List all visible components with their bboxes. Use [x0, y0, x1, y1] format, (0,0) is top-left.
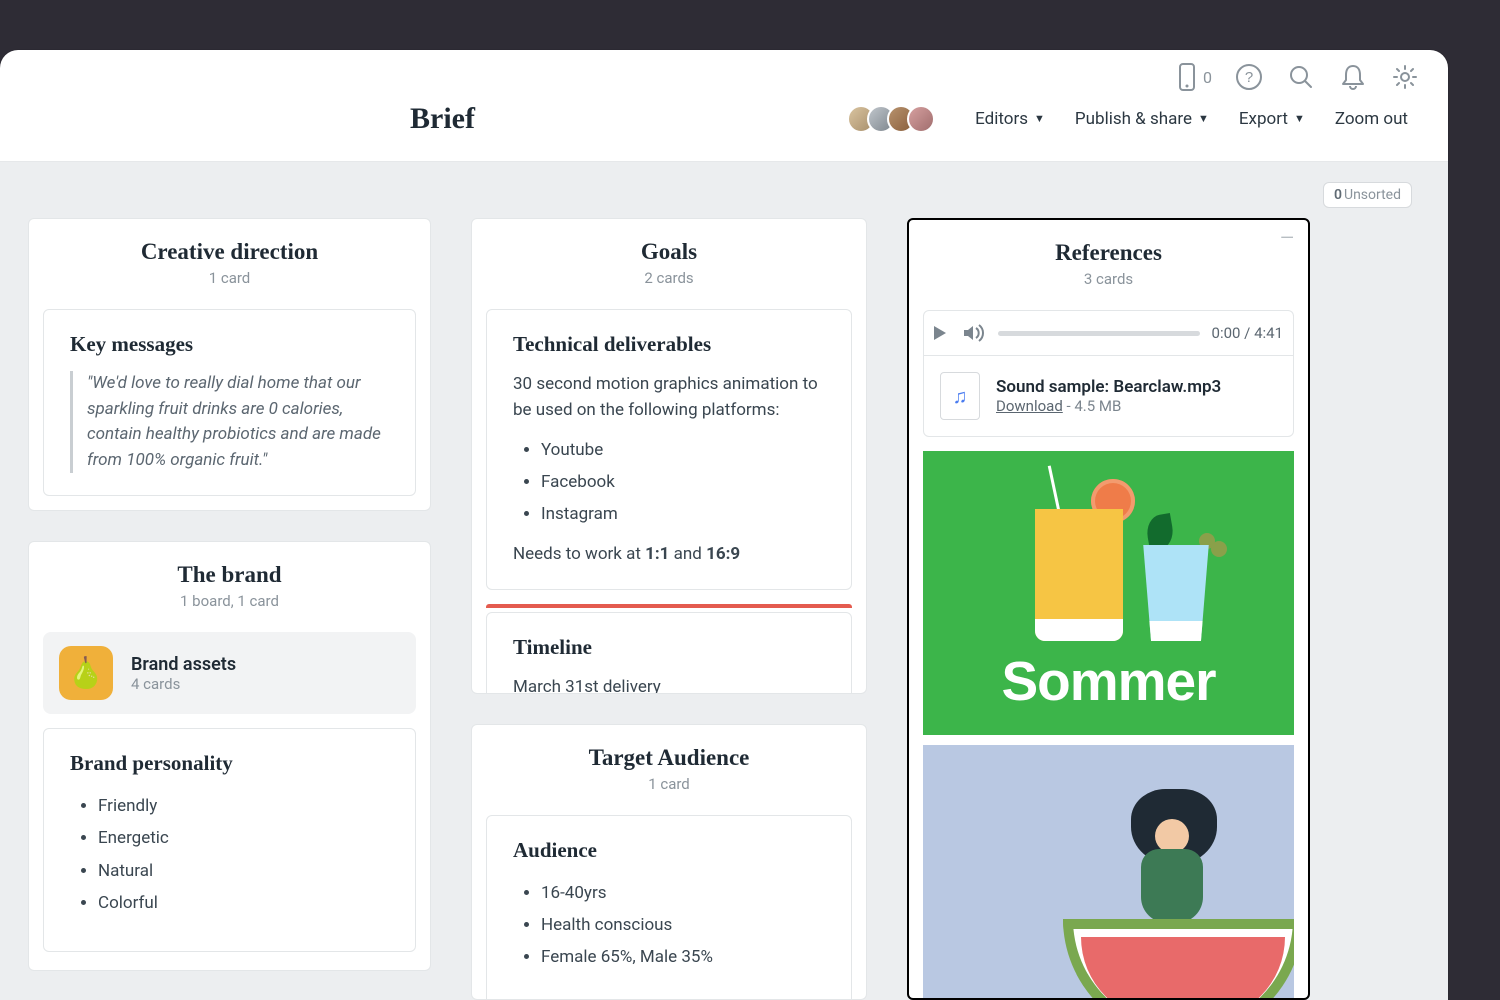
- illustration-glass: [1137, 545, 1215, 641]
- reference-image-sommer[interactable]: Sommer: [923, 451, 1294, 735]
- card-technical-deliverables[interactable]: Technical deliverables 30 second motion …: [486, 309, 852, 590]
- platforms-list: Youtube Facebook Instagram: [513, 434, 825, 531]
- list-item: Energetic: [98, 822, 389, 854]
- list-item: Instagram: [541, 498, 825, 530]
- search-icon: [1287, 63, 1315, 91]
- phone-icon: [1177, 62, 1197, 92]
- list-item: Female 65%, Male 35%: [541, 941, 825, 973]
- topbar: 0 ?: [0, 50, 1448, 104]
- file-name: Sound sample: Bearclaw.mp3: [996, 377, 1221, 397]
- card-title: Brand personality: [70, 751, 389, 776]
- search-button[interactable]: [1286, 62, 1316, 92]
- brand-traits-list: Friendly Energetic Natural Colorful: [70, 790, 389, 919]
- illustration-head: [1155, 819, 1189, 853]
- board-title[interactable]: Target Audience: [492, 745, 846, 771]
- card-timeline[interactable]: Timeline March 31st delivery: [486, 612, 852, 694]
- column-1: Creative direction 1 card Key messages "…: [28, 218, 431, 1000]
- help-button[interactable]: ?: [1234, 62, 1264, 92]
- aspect-ratio-note: Needs to work at 1:1 and 16:9: [513, 541, 825, 567]
- avatar[interactable]: [907, 105, 935, 133]
- list-item: Colorful: [98, 887, 389, 919]
- mobile-preview-button[interactable]: 0: [1177, 62, 1212, 92]
- card-title: Key messages: [70, 332, 389, 357]
- card-title: Technical deliverables: [513, 332, 825, 357]
- nested-board-title: Brand assets: [131, 654, 236, 675]
- minimize-button[interactable]: ―: [1280, 228, 1294, 249]
- gear-icon: [1391, 63, 1419, 91]
- collaborator-avatars[interactable]: [855, 105, 935, 133]
- illustration-olive: [1211, 541, 1227, 557]
- help-icon: ?: [1235, 63, 1263, 91]
- card-title: Audience: [513, 838, 825, 863]
- app-window: 0 ? Brief Editors ▼ Publish & share: [0, 50, 1448, 1000]
- bell-icon: [1340, 63, 1366, 91]
- card-title: Timeline: [513, 635, 825, 660]
- board-goals[interactable]: Goals 2 cards Technical deliverables 30 …: [471, 218, 867, 694]
- volume-icon[interactable]: [962, 323, 986, 343]
- notifications-button[interactable]: [1338, 62, 1368, 92]
- board-title[interactable]: The brand: [49, 562, 410, 588]
- settings-button[interactable]: [1390, 62, 1420, 92]
- export-menu[interactable]: Export ▼: [1239, 109, 1305, 129]
- board-the-brand[interactable]: The brand 1 board, 1 card 🍐 Brand assets…: [28, 541, 431, 971]
- list-item: Friendly: [98, 790, 389, 822]
- chevron-down-icon: ▼: [1294, 112, 1305, 125]
- zoom-out-button[interactable]: Zoom out: [1335, 109, 1408, 129]
- chevron-down-icon: ▼: [1034, 112, 1045, 125]
- unsorted-badge[interactable]: 0Unsorted: [1323, 182, 1412, 208]
- file-attachment[interactable]: ♫ Sound sample: Bearclaw.mp3 Download - …: [923, 355, 1294, 437]
- board-subtitle: 1 card: [492, 775, 846, 793]
- list-item: Facebook: [541, 466, 825, 498]
- reference-image-girl[interactable]: [923, 745, 1294, 999]
- card-audience[interactable]: Audience 16-40yrs Health conscious Femal…: [486, 815, 852, 1000]
- mobile-preview-count: 0: [1203, 68, 1212, 87]
- audio-track[interactable]: [998, 331, 1200, 336]
- illustration-logo-text: Sommer: [923, 649, 1294, 713]
- illustration-watermelon: [1063, 919, 1294, 999]
- card-quote: "We'd love to really dial home that our …: [70, 371, 389, 473]
- file-meta: Download - 4.5 MB: [996, 397, 1221, 415]
- card-key-messages[interactable]: Key messages "We'd love to really dial h…: [43, 309, 416, 496]
- column-3: ― References 3 cards 0:00 / 4:41 ♫ Sound…: [907, 218, 1310, 1000]
- audio-time: 0:00 / 4:41: [1212, 324, 1283, 342]
- board-references[interactable]: ― References 3 cards 0:00 / 4:41 ♫ Sound…: [907, 218, 1310, 1000]
- illustration-body: [1141, 849, 1203, 923]
- list-item: Natural: [98, 855, 389, 887]
- page-title[interactable]: Brief: [410, 102, 475, 136]
- board-title[interactable]: Goals: [492, 239, 846, 265]
- editors-menu[interactable]: Editors ▼: [975, 109, 1045, 129]
- board-title[interactable]: References: [929, 240, 1288, 266]
- nested-board-subtitle: 4 cards: [131, 675, 236, 693]
- card-body: 30 second motion graphics animation to b…: [513, 371, 825, 424]
- illustration-glass: [1035, 509, 1123, 641]
- brand-assets-icon: 🍐: [59, 646, 113, 700]
- play-icon[interactable]: [930, 323, 950, 343]
- board-subtitle: 1 board, 1 card: [49, 592, 410, 610]
- board-subtitle: 3 cards: [929, 270, 1288, 288]
- list-item: Youtube: [541, 434, 825, 466]
- column-2: Goals 2 cards Technical deliverables 30 …: [471, 218, 867, 1000]
- music-file-icon: ♫: [940, 372, 980, 420]
- publish-share-menu[interactable]: Publish & share ▼: [1075, 109, 1209, 129]
- chevron-down-icon: ▼: [1198, 112, 1209, 125]
- board-target-audience[interactable]: Target Audience 1 card Audience 16-40yrs…: [471, 724, 867, 1000]
- card-brand-personality[interactable]: Brand personality Friendly Energetic Nat…: [43, 728, 416, 952]
- download-link[interactable]: Download: [996, 397, 1063, 415]
- board-creative-direction[interactable]: Creative direction 1 card Key messages "…: [28, 218, 431, 511]
- card-body: March 31st delivery: [513, 674, 825, 694]
- header: Brief Editors ▼ Publish & share ▼ Export…: [0, 104, 1448, 162]
- board-subtitle: 2 cards: [492, 269, 846, 287]
- nested-board-brand-assets[interactable]: 🍐 Brand assets 4 cards: [43, 632, 416, 714]
- list-item: 16-40yrs: [541, 877, 825, 909]
- card-color-bar: [486, 604, 852, 608]
- board-canvas[interactable]: 0Unsorted Creative direction 1 card Key …: [0, 162, 1448, 1000]
- board-title[interactable]: Creative direction: [49, 239, 410, 265]
- audio-player[interactable]: 0:00 / 4:41: [923, 310, 1294, 355]
- svg-text:?: ?: [1245, 69, 1253, 86]
- board-subtitle: 1 card: [49, 269, 410, 287]
- audience-list: 16-40yrs Health conscious Female 65%, Ma…: [513, 877, 825, 974]
- list-item: Health conscious: [541, 909, 825, 941]
